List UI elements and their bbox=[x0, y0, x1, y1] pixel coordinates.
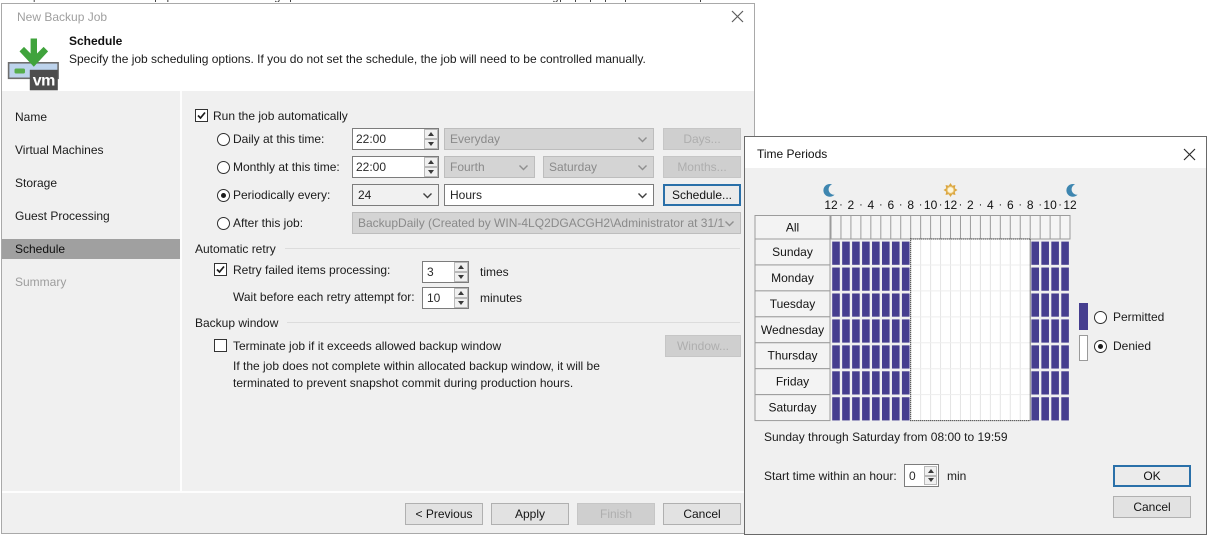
svg-text:Wednesday: Wednesday bbox=[761, 323, 824, 337]
svg-text:All: All bbox=[786, 220, 799, 234]
svg-text:·: · bbox=[919, 199, 923, 211]
svg-text:4: 4 bbox=[987, 198, 994, 212]
svg-text:Sunday: Sunday bbox=[772, 245, 813, 259]
svg-text:4: 4 bbox=[867, 198, 874, 212]
svg-text:·: · bbox=[899, 199, 903, 211]
svg-text:·: · bbox=[859, 199, 863, 211]
svg-text:Saturday: Saturday bbox=[768, 401, 816, 415]
svg-text:·: · bbox=[959, 199, 963, 211]
svg-text:12: 12 bbox=[944, 198, 958, 212]
svg-text:·: · bbox=[879, 199, 883, 211]
svg-text:·: · bbox=[1018, 199, 1022, 211]
svg-text:·: · bbox=[979, 199, 983, 211]
svg-text:·: · bbox=[1038, 199, 1042, 211]
svg-text:8: 8 bbox=[1027, 198, 1034, 212]
svg-text:10: 10 bbox=[1043, 198, 1057, 212]
svg-text:2: 2 bbox=[848, 198, 855, 212]
svg-text:Thursday: Thursday bbox=[767, 349, 817, 363]
svg-text:·: · bbox=[939, 199, 943, 211]
svg-text:vm: vm bbox=[33, 73, 55, 90]
svg-text:Monday: Monday bbox=[771, 271, 814, 285]
svg-text:·: · bbox=[839, 199, 843, 211]
svg-text:6: 6 bbox=[1007, 198, 1014, 212]
svg-text:8: 8 bbox=[907, 198, 914, 212]
svg-text:Tuesday: Tuesday bbox=[770, 297, 816, 311]
svg-text:12: 12 bbox=[1063, 198, 1077, 212]
svg-text:Friday: Friday bbox=[776, 375, 809, 389]
svg-text:6: 6 bbox=[887, 198, 894, 212]
svg-text:10: 10 bbox=[924, 198, 938, 212]
svg-text:2: 2 bbox=[967, 198, 974, 212]
svg-text:·: · bbox=[1058, 199, 1062, 211]
svg-text:·: · bbox=[998, 199, 1002, 211]
svg-text:12: 12 bbox=[824, 198, 838, 212]
